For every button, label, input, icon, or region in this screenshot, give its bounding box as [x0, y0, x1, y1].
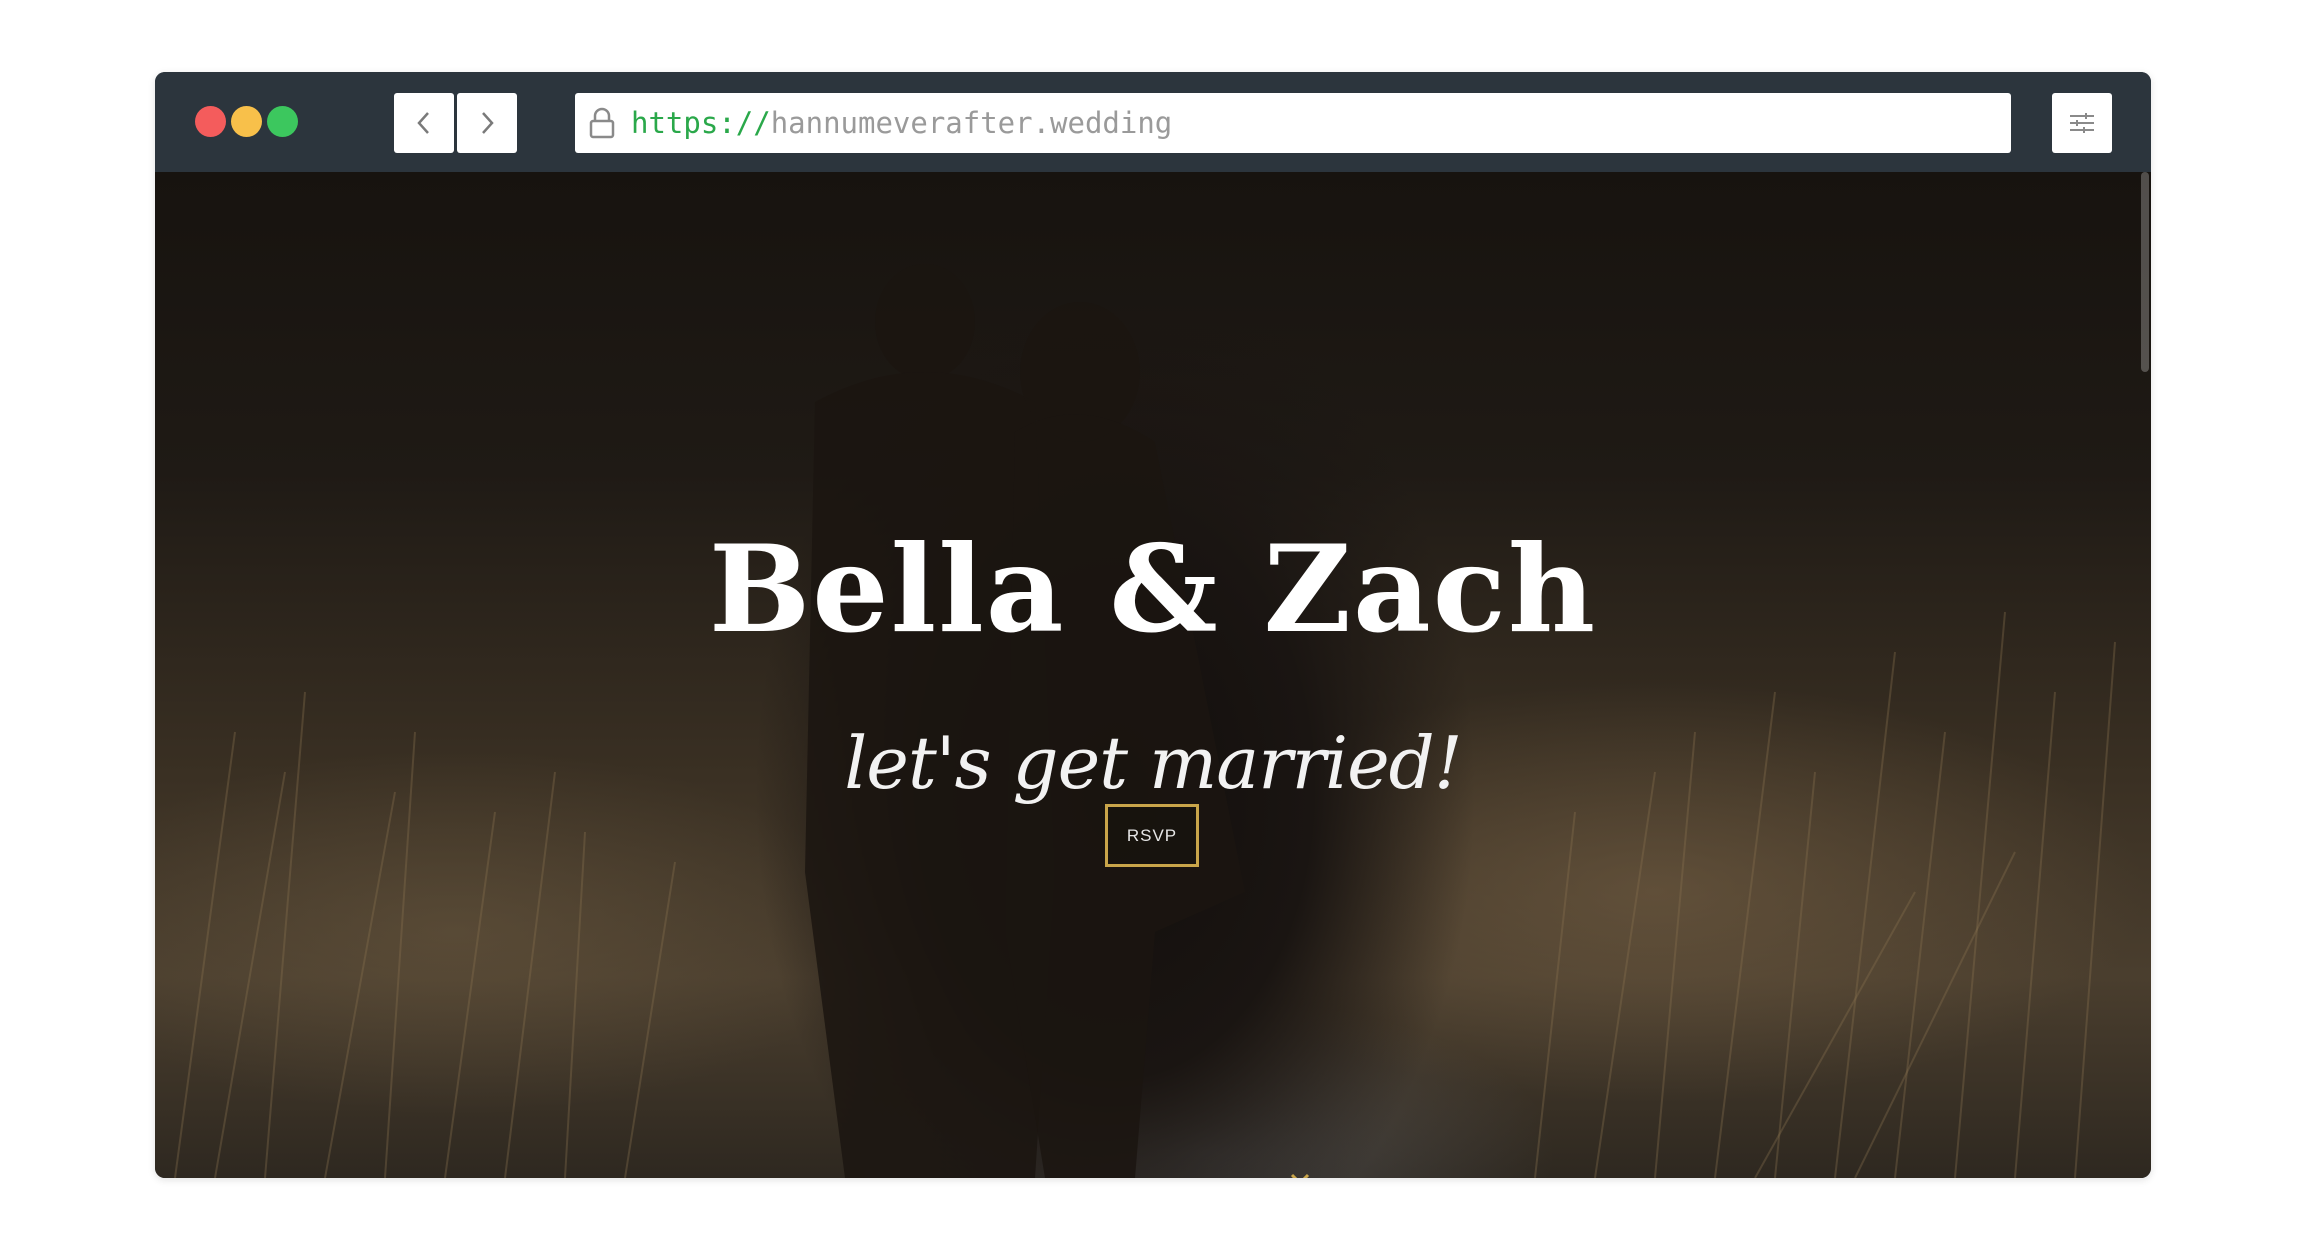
sliders-icon [2070, 113, 2094, 133]
chevron-right-icon [482, 112, 494, 134]
minimize-window-button[interactable] [231, 106, 262, 137]
address-bar[interactable]: https://hannumeverafter.wedding [575, 93, 2011, 153]
browser-window: https://hannumeverafter.wedding Bella & … [155, 72, 2151, 1178]
hero-title: Bella & Zach [708, 519, 1598, 660]
browser-toolbar: https://hannumeverafter.wedding [155, 72, 2151, 172]
page-viewport: Bella & Zach let's get married! RSVP [155, 172, 2151, 1178]
settings-button[interactable] [2052, 93, 2112, 153]
url-scheme: https:// [631, 106, 771, 140]
url-host: hannumeverafter.wedding [770, 106, 1173, 140]
hero-tagline: let's get married! [844, 721, 1462, 805]
page-scrollbar[interactable] [2141, 172, 2149, 372]
chevron-down-icon[interactable] [1289, 1172, 1311, 1178]
rsvp-button[interactable]: RSVP [1105, 804, 1199, 867]
chevron-left-icon [417, 112, 429, 134]
hero-background-photo [174, 264, 2116, 1178]
forward-button[interactable] [457, 93, 517, 153]
lock-icon [587, 105, 617, 141]
close-window-button[interactable] [195, 106, 226, 137]
back-button[interactable] [394, 93, 454, 153]
maximize-window-button[interactable] [267, 106, 298, 137]
